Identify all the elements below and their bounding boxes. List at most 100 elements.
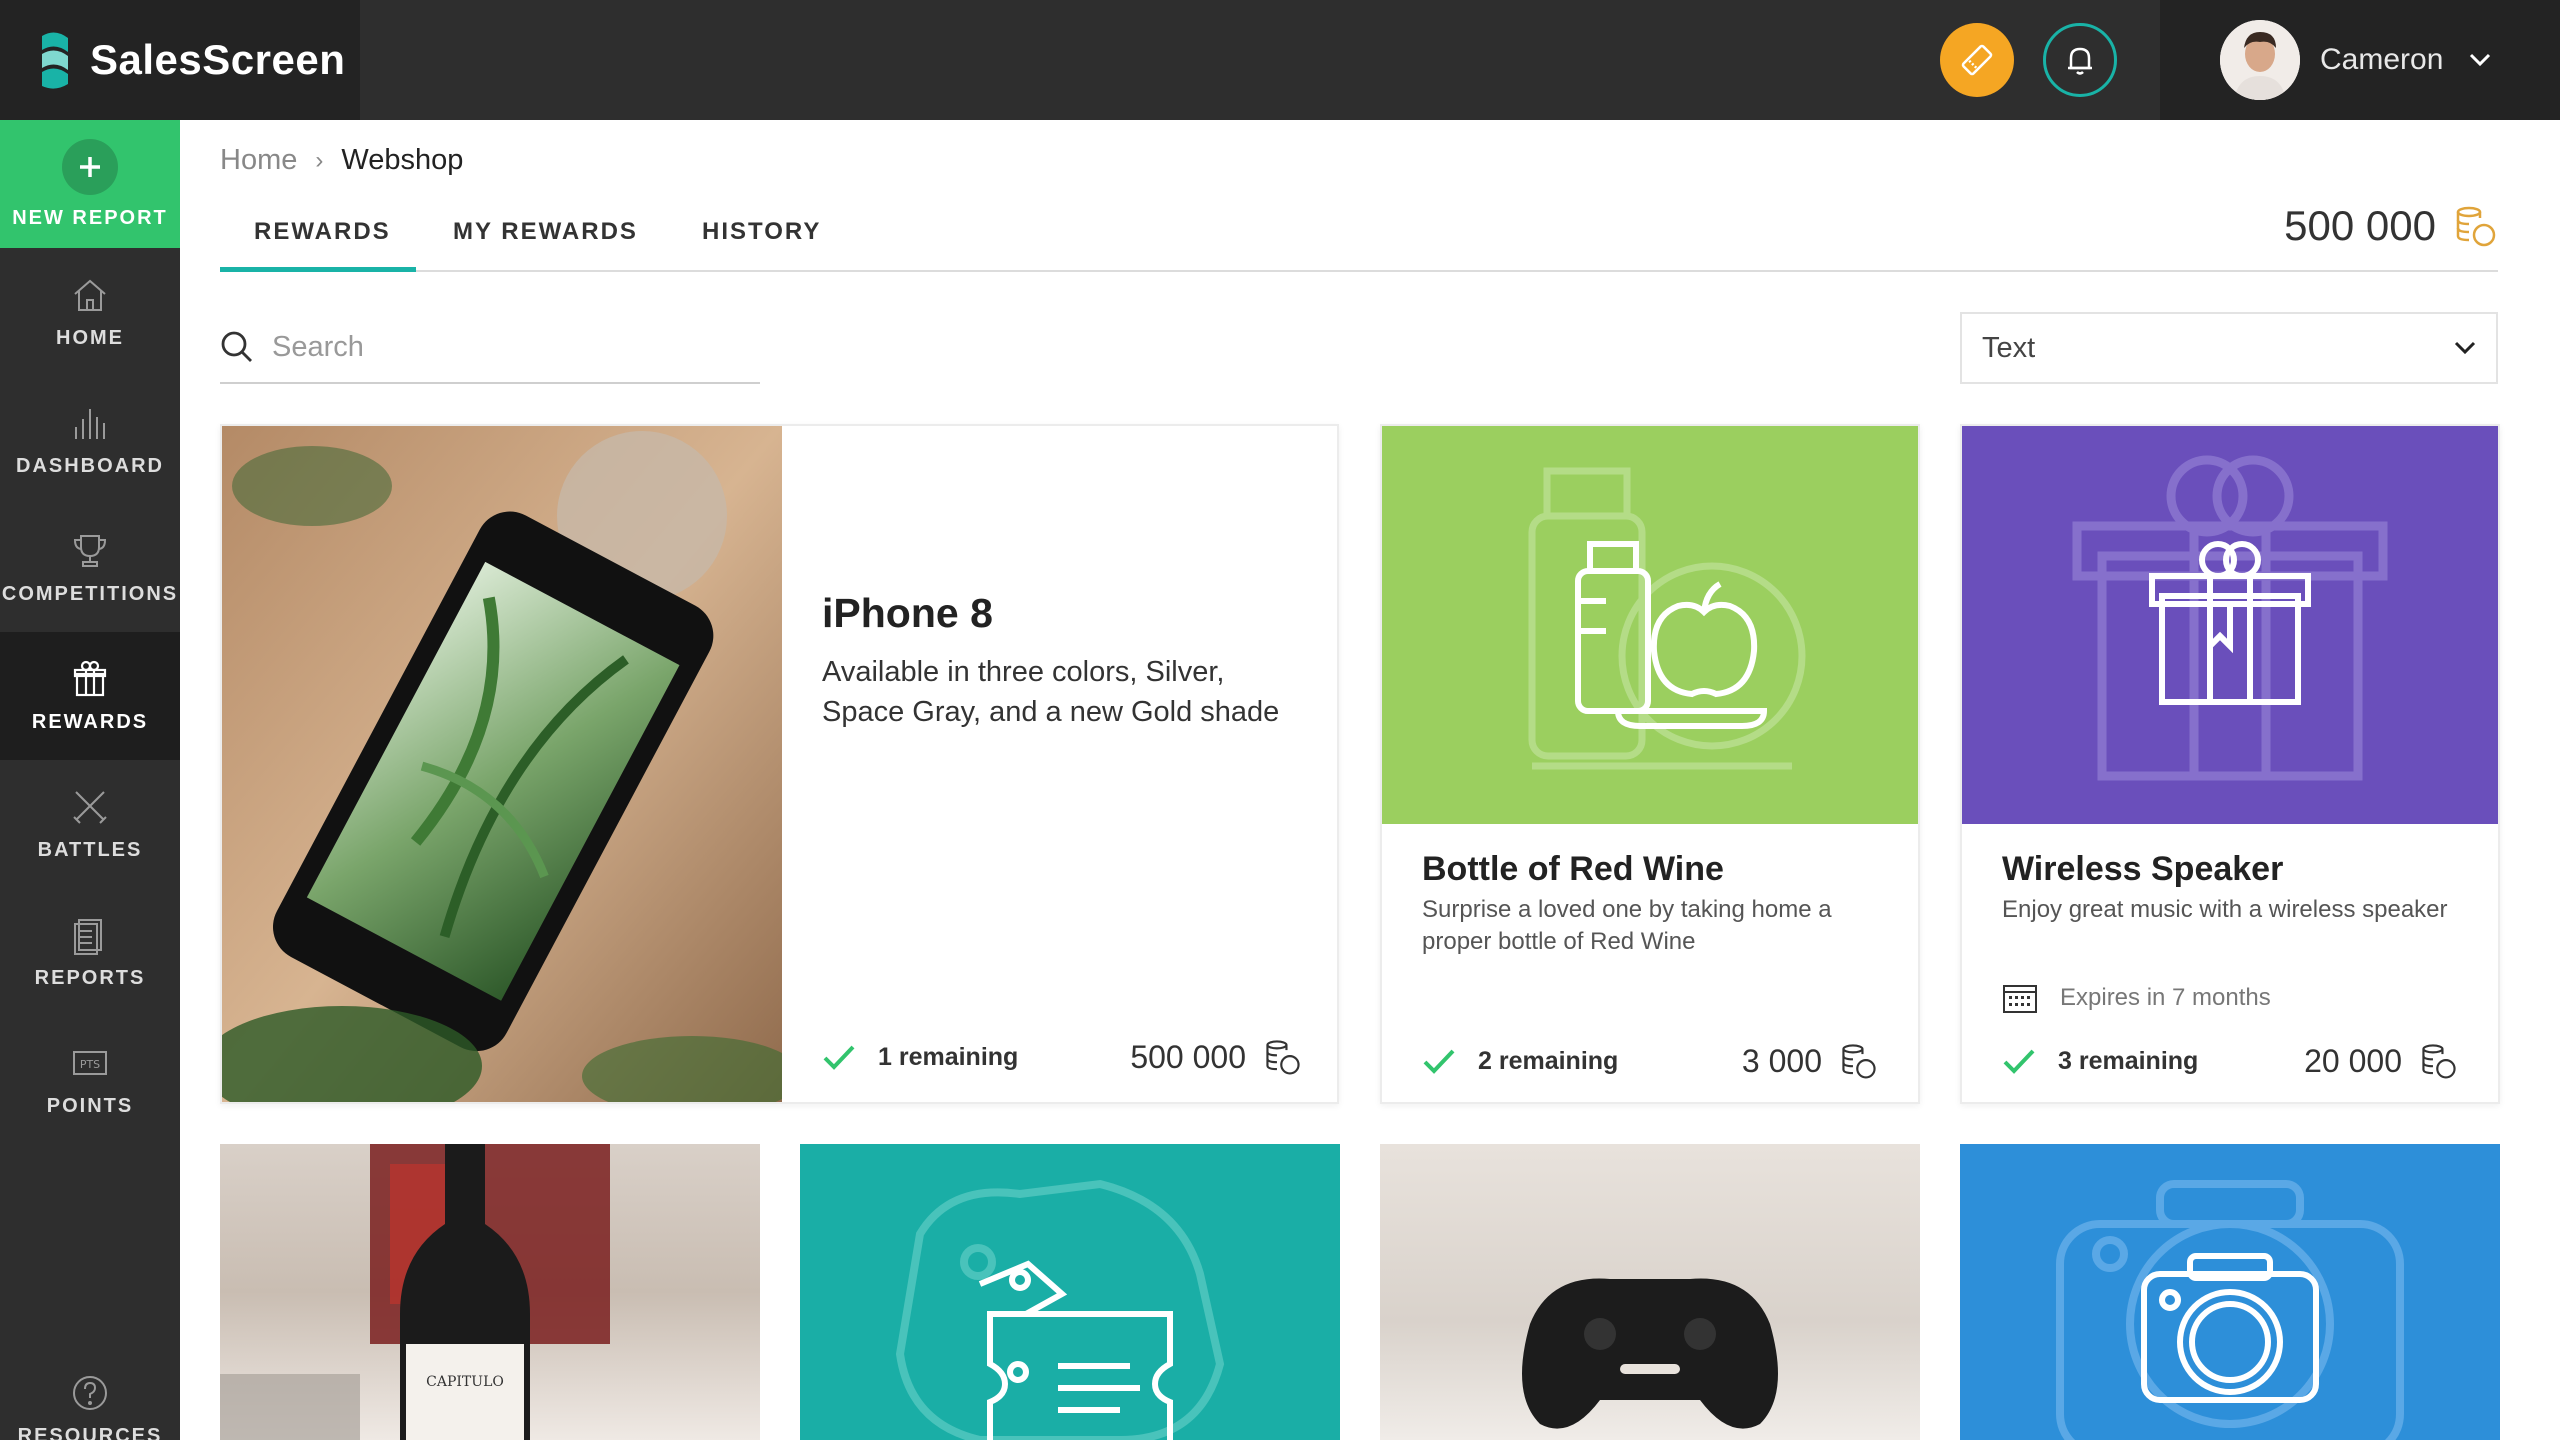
new-report-label: NEW REPORT xyxy=(12,206,168,229)
reward-title: Bottle of Red Wine xyxy=(1422,850,1724,888)
plus-icon xyxy=(62,138,118,195)
reward-description: Available in three colors, Silver, Space… xyxy=(822,656,1280,728)
remaining-count: 3 remaining xyxy=(2058,1046,2199,1075)
search-icon xyxy=(221,331,252,362)
bell-icon xyxy=(2068,47,2092,75)
sidebar-item-dashboard[interactable]: DASHBOARD xyxy=(0,376,180,504)
gift-icon xyxy=(2072,455,2388,781)
coupon-icon xyxy=(895,1179,1225,1440)
breadcrumb-home-link[interactable]: Home xyxy=(220,144,297,177)
home-icon xyxy=(74,279,106,311)
pts-icon: PTS xyxy=(73,1050,107,1075)
reward-card-coupon[interactable] xyxy=(800,1144,1340,1440)
reward-description: Enjoy great music with a wireless speake… xyxy=(2002,896,2448,923)
bottle-apple-icon xyxy=(1528,467,1806,770)
sidebar-item-label: HOME xyxy=(56,326,124,349)
reward-card-red-wine[interactable]: Bottle of Red Wine Surprise a loved one … xyxy=(1380,424,1920,1104)
reward-description: Surprise a loved one by taking home a pr… xyxy=(1422,896,1832,955)
ticket-button[interactable] xyxy=(1940,23,2014,97)
reward-footer: 1 remaining 500 000 xyxy=(822,1038,1302,1076)
user-name: Cameron xyxy=(2320,43,2444,76)
reward-price: 500 000 xyxy=(1130,1038,1302,1076)
breadcrumb-current: Webshop xyxy=(341,144,464,176)
active-tab-indicator xyxy=(220,267,416,272)
sidebar-item-competitions[interactable]: COMPETITIONS xyxy=(0,504,180,632)
reward-card-wine-photo[interactable]: CAPITULO xyxy=(220,1144,760,1440)
sidebar-item-resources[interactable]: RESOURCES xyxy=(0,1360,180,1440)
user-menu[interactable]: Cameron xyxy=(2160,0,2560,120)
remaining-count: 1 remaining xyxy=(878,1042,1019,1071)
sidebar-item-label: POINTS xyxy=(46,1094,134,1117)
coins-icon xyxy=(1266,1040,1300,1075)
calendar-icon xyxy=(2003,985,2037,1013)
sidebar-item-home[interactable]: HOME xyxy=(0,248,180,376)
breadcrumb: Home › Webshop xyxy=(220,144,463,177)
reward-hero xyxy=(1382,426,1918,824)
wine-bottle-photo: CAPITULO xyxy=(220,1144,610,1440)
reward-price: 3 000 xyxy=(1742,1042,1878,1080)
reward-card-wireless-speaker[interactable]: Wireless Speaker Enjoy great music with … xyxy=(1960,424,2500,1104)
help-icon xyxy=(73,1375,107,1410)
reward-card-gamepad[interactable] xyxy=(1380,1144,1920,1440)
document-icon xyxy=(74,918,102,955)
salesscreen-logo-icon xyxy=(42,32,68,89)
reward-hero xyxy=(1962,426,2498,824)
points-balance: 500 000 xyxy=(2284,202,2498,250)
reward-footer: 2 remaining 3 000 xyxy=(1422,1042,1878,1080)
expiry-info: Expires in 7 months xyxy=(2002,982,2271,1014)
new-report-button[interactable]: NEW REPORT xyxy=(0,120,180,248)
price-value: 20 000 xyxy=(2304,1042,2402,1079)
tab-bar: REWARDS MY REWARDS HISTORY 500 000 xyxy=(220,196,2498,272)
brand[interactable]: SalesScreen xyxy=(0,0,360,120)
camera-icon xyxy=(2056,1180,2404,1440)
wine-label-text: CAPITULO xyxy=(426,1374,504,1390)
sidebar-item-reports[interactable]: REPORTS xyxy=(0,888,180,1016)
tab-my-rewards[interactable]: MY REWARDS xyxy=(453,218,638,246)
sidebar-item-label: COMPETITIONS xyxy=(1,582,179,605)
search-input[interactable] xyxy=(272,330,732,364)
check-icon xyxy=(823,1045,855,1070)
chevron-down-icon xyxy=(2470,53,2491,67)
balance-value: 500 000 xyxy=(2284,202,2436,249)
expires-text: Expires in 7 months xyxy=(2060,984,2271,1011)
sidebar-item-label: DASHBOARD xyxy=(16,454,164,477)
reward-card-iphone[interactable]: iPhone 8 Available in three colors, Silv… xyxy=(220,424,1339,1104)
brand-name: SalesScreen xyxy=(90,36,346,83)
sort-select[interactable]: Text xyxy=(1960,312,2498,384)
sidebar-item-label: BATTLES xyxy=(37,838,143,861)
check-icon xyxy=(1423,1049,1455,1074)
reward-price: 20 000 xyxy=(2304,1042,2458,1080)
gamepad-icon xyxy=(1522,1278,1778,1429)
chevron-down-icon xyxy=(2454,341,2476,355)
crossed-swords-icon xyxy=(73,790,107,824)
sidebar-item-rewards[interactable]: REWARDS xyxy=(0,632,180,760)
sidebar: NEW REPORT HOME DASHBOARD COMPETITIONS R… xyxy=(0,120,180,1440)
coins-icon xyxy=(2456,206,2496,247)
tab-rewards[interactable]: REWARDS xyxy=(254,218,391,246)
tab-history[interactable]: HISTORY xyxy=(702,218,821,246)
coins-icon xyxy=(2422,1044,2456,1079)
trophy-icon xyxy=(73,534,107,567)
top-bar: SalesScreen Cameron xyxy=(0,0,2560,120)
reward-card-camera[interactable] xyxy=(1960,1144,2500,1440)
breadcrumb-separator: › xyxy=(315,146,324,174)
coins-icon xyxy=(1842,1044,1876,1079)
sidebar-item-battles[interactable]: BATTLES xyxy=(0,760,180,888)
sidebar-item-label: REWARDS xyxy=(31,710,149,733)
iphone-photo xyxy=(222,426,782,1102)
bar-chart-icon xyxy=(75,408,105,439)
remaining-count: 2 remaining xyxy=(1478,1046,1619,1075)
sidebar-item-label: RESOURCES xyxy=(17,1424,163,1440)
reward-title: Wireless Speaker xyxy=(2002,850,2284,888)
notifications-button[interactable] xyxy=(2043,23,2117,97)
price-value: 500 000 xyxy=(1130,1038,1246,1075)
sidebar-item-points[interactable]: PTS POINTS xyxy=(0,1016,180,1144)
sidebar-item-label: REPORTS xyxy=(34,966,146,989)
price-value: 3 000 xyxy=(1741,1042,1822,1079)
check-icon xyxy=(2003,1049,2035,1074)
reward-title: iPhone 8 xyxy=(822,590,993,636)
sort-select-value: Text xyxy=(1982,331,2036,364)
avatar xyxy=(2220,20,2300,100)
svg-text:PTS: PTS xyxy=(80,1058,100,1071)
ticket-icon xyxy=(1961,44,1993,76)
